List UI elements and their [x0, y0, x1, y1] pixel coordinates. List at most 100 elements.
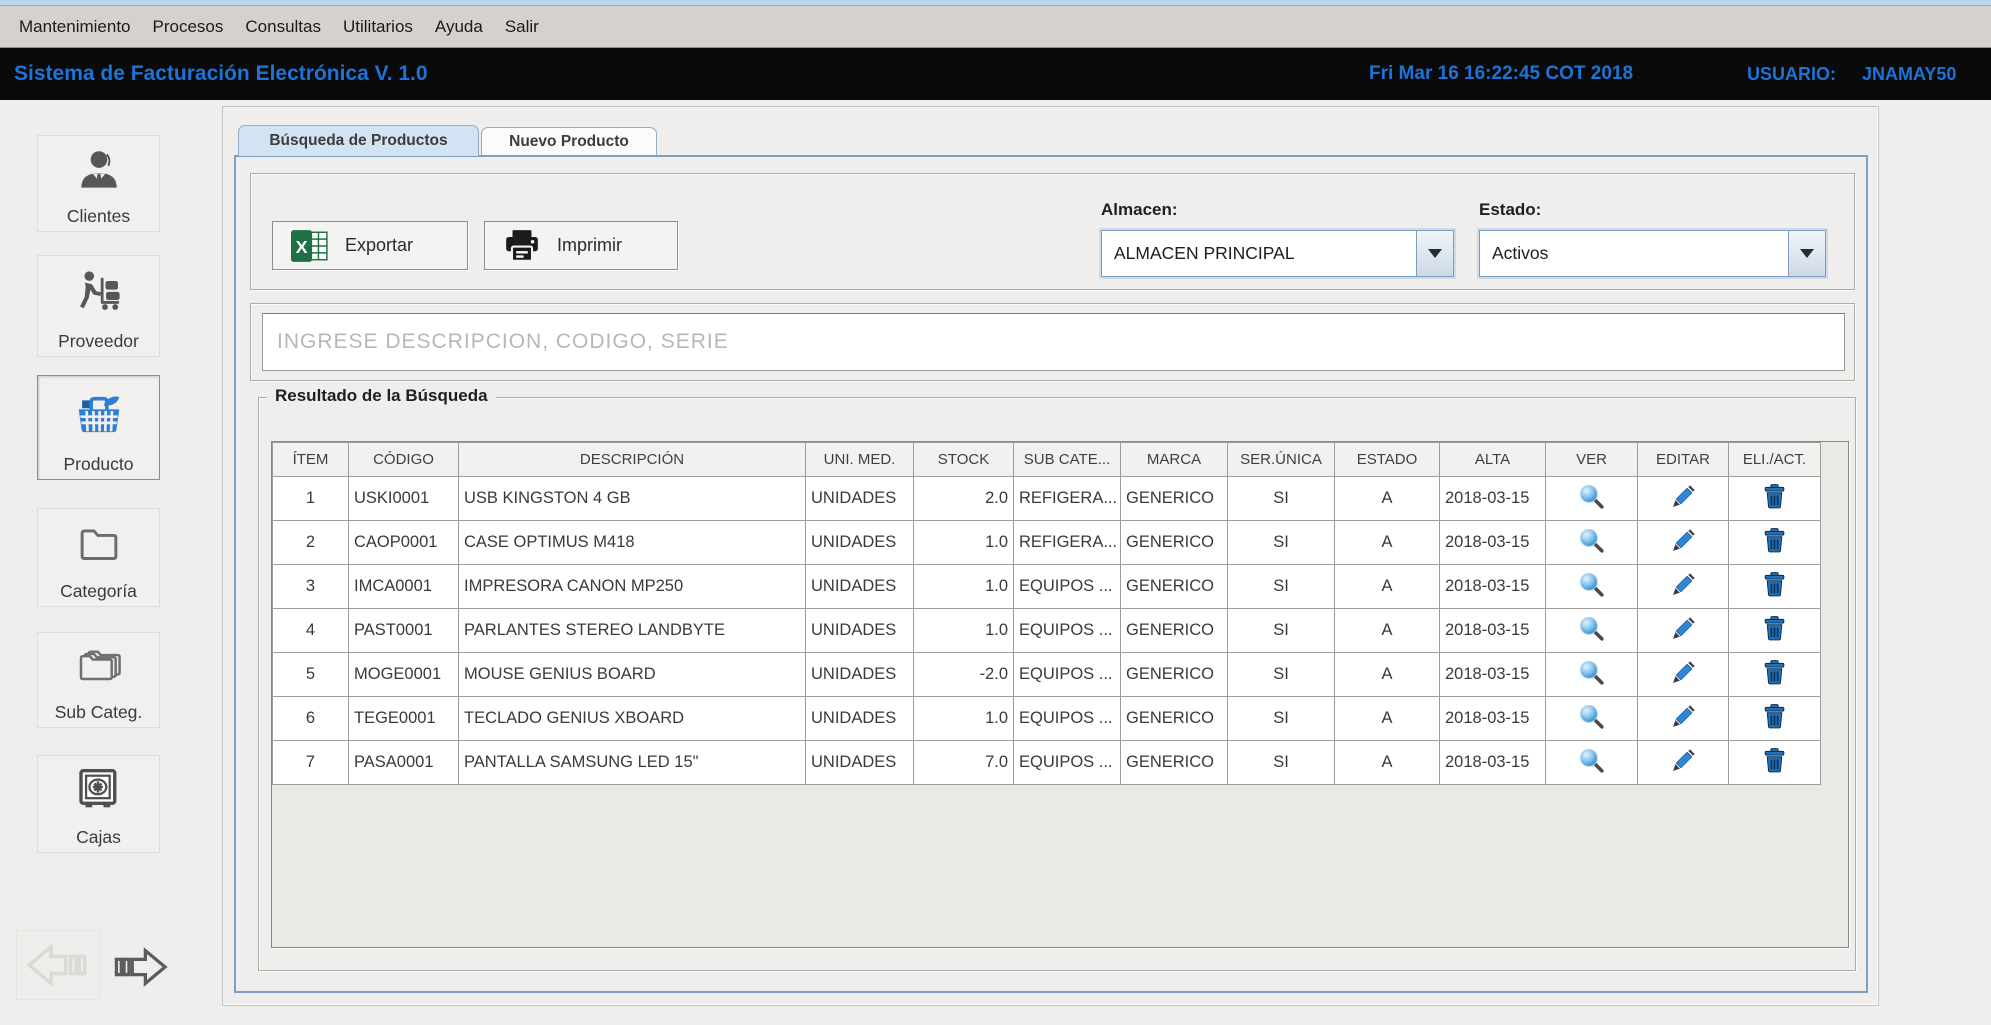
cell-ver — [1546, 565, 1638, 609]
cell-descripcion: PANTALLA SAMSUNG LED 15" — [459, 741, 806, 785]
cell-estado: A — [1335, 565, 1440, 609]
magnifier-icon[interactable] — [1578, 483, 1605, 510]
trash-icon[interactable] — [1761, 483, 1788, 510]
tab-content-panel: X Exportar Imprimir Almacen: — [234, 155, 1868, 993]
cell-stock: 1.0 — [914, 609, 1014, 653]
menu-item-consultas[interactable]: Consultas — [234, 6, 332, 47]
estado-combobox[interactable]: Activos — [1479, 230, 1826, 277]
folder-icon — [72, 509, 126, 581]
column-header-ver[interactable]: VER — [1546, 443, 1638, 477]
export-button[interactable]: X Exportar — [272, 221, 468, 270]
results-group-title: Resultado de la Búsqueda — [267, 386, 496, 406]
column-header-sub_cat[interactable]: SUB CATE... — [1014, 443, 1121, 477]
column-header-estado[interactable]: ESTADO — [1335, 443, 1440, 477]
column-header-stock[interactable]: STOCK — [914, 443, 1014, 477]
sidebar-item-clientes[interactable]: Clientes — [37, 135, 160, 232]
column-header-alta[interactable]: ALTA — [1440, 443, 1546, 477]
pencil-icon[interactable] — [1670, 703, 1697, 730]
cell-codigo: IMCA0001 — [349, 565, 459, 609]
cell-sub_cat: EQUIPOS ... — [1014, 565, 1121, 609]
results-scrollpane[interactable]: ÍTEMCÓDIGODESCRIPCIÓNUNI. MED.STOCKSUB C… — [271, 441, 1849, 948]
magnifier-icon[interactable] — [1578, 703, 1605, 730]
column-header-marca[interactable]: MARCA — [1121, 443, 1228, 477]
cell-ser_unica: SI — [1228, 521, 1335, 565]
cell-sub_cat: EQUIPOS ... — [1014, 741, 1121, 785]
trash-icon[interactable] — [1761, 659, 1788, 686]
cell-item: 3 — [273, 565, 349, 609]
table-row[interactable]: 2CAOP0001CASE OPTIMUS M418UNIDADES1.0REF… — [273, 521, 1821, 565]
cell-sub_cat: EQUIPOS ... — [1014, 653, 1121, 697]
column-header-eli[interactable]: ELI./ACT. — [1729, 443, 1821, 477]
cell-stock: 1.0 — [914, 697, 1014, 741]
magnifier-icon[interactable] — [1578, 747, 1605, 774]
svg-text:X: X — [296, 236, 308, 256]
menu-item-utilitarios[interactable]: Utilitarios — [332, 6, 424, 47]
sidebar-item-producto[interactable]: Producto — [37, 375, 160, 480]
cell-uni_med: UNIDADES — [806, 741, 914, 785]
column-header-editar[interactable]: EDITAR — [1638, 443, 1729, 477]
trash-icon[interactable] — [1761, 615, 1788, 642]
column-header-codigo[interactable]: CÓDIGO — [349, 443, 459, 477]
sidebar-item-label: Sub Categ. — [55, 702, 143, 723]
pencil-icon[interactable] — [1670, 659, 1697, 686]
cell-ver — [1546, 521, 1638, 565]
table-row[interactable]: 4PAST0001PARLANTES STEREO LANDBYTEUNIDAD… — [273, 609, 1821, 653]
nav-back-button[interactable] — [16, 930, 100, 1000]
sidebar-item-categoria[interactable]: Categoría — [37, 508, 160, 607]
table-row[interactable]: 6TEGE0001TECLADO GENIUS XBOARDUNIDADES1.… — [273, 697, 1821, 741]
cell-uni_med: UNIDADES — [806, 609, 914, 653]
table-row[interactable]: 1USKI0001USB KINGSTON 4 GBUNIDADES2.0REF… — [273, 477, 1821, 521]
cell-marca: GENERICO — [1121, 741, 1228, 785]
magnifier-icon[interactable] — [1578, 659, 1605, 686]
almacen-label: Almacen: — [1101, 200, 1178, 220]
cell-ser_unica: SI — [1228, 653, 1335, 697]
trash-icon[interactable] — [1761, 747, 1788, 774]
menu-item-mantenimiento[interactable]: Mantenimiento — [8, 6, 142, 47]
search-input[interactable] — [262, 313, 1845, 371]
pencil-icon[interactable] — [1670, 527, 1697, 554]
datetime-text: Fri Mar 16 16:22:45 COT 2018 — [1369, 48, 1633, 100]
column-header-ser_unica[interactable]: SER.ÚNICA — [1228, 443, 1335, 477]
menu-item-procesos[interactable]: Procesos — [142, 6, 235, 47]
cell-ser_unica: SI — [1228, 477, 1335, 521]
cell-eli — [1729, 521, 1821, 565]
pencil-icon[interactable] — [1670, 615, 1697, 642]
cell-descripcion: USB KINGSTON 4 GB — [459, 477, 806, 521]
trash-icon[interactable] — [1761, 703, 1788, 730]
cell-alta: 2018-03-15 — [1440, 741, 1546, 785]
nav-forward-button[interactable] — [106, 936, 180, 998]
table-row[interactable]: 7PASA0001PANTALLA SAMSUNG LED 15"UNIDADE… — [273, 741, 1821, 785]
sidebar-item-cajas[interactable]: Cajas — [37, 755, 160, 853]
magnifier-icon[interactable] — [1578, 615, 1605, 642]
menu-bar: Mantenimiento Procesos Consultas Utilita… — [0, 6, 1991, 48]
tab-nuevo-producto[interactable]: Nuevo Producto — [481, 127, 657, 156]
table-row[interactable]: 5MOGE0001MOUSE GENIUS BOARDUNIDADES-2.0E… — [273, 653, 1821, 697]
sidebar-item-proveedor[interactable]: Proveedor — [37, 255, 160, 357]
column-header-uni_med[interactable]: UNI. MED. — [806, 443, 914, 477]
column-header-item[interactable]: ÍTEM — [273, 443, 349, 477]
print-button[interactable]: Imprimir — [484, 221, 678, 270]
cell-ser_unica: SI — [1228, 609, 1335, 653]
pencil-icon[interactable] — [1670, 571, 1697, 598]
pencil-icon[interactable] — [1670, 747, 1697, 774]
trash-icon[interactable] — [1761, 527, 1788, 554]
menu-item-salir[interactable]: Salir — [494, 6, 550, 47]
chevron-down-icon[interactable] — [1788, 231, 1825, 276]
menu-item-ayuda[interactable]: Ayuda — [424, 6, 494, 47]
search-panel — [250, 303, 1855, 381]
chevron-down-icon[interactable] — [1416, 231, 1453, 276]
cell-uni_med: UNIDADES — [806, 521, 914, 565]
pencil-icon[interactable] — [1670, 483, 1697, 510]
sidebar-item-subcategoria[interactable]: Sub Categ. — [37, 632, 160, 728]
column-header-descripcion[interactable]: DESCRIPCIÓN — [459, 443, 806, 477]
table-row[interactable]: 3IMCA0001IMPRESORA CANON MP250UNIDADES1.… — [273, 565, 1821, 609]
almacen-combobox[interactable]: ALMACEN PRINCIPAL — [1101, 230, 1454, 277]
magnifier-icon[interactable] — [1578, 571, 1605, 598]
magnifier-icon[interactable] — [1578, 527, 1605, 554]
tab-busqueda-de-productos[interactable]: Búsqueda de Productos — [238, 125, 479, 156]
cell-stock: 7.0 — [914, 741, 1014, 785]
supplier-cart-icon — [73, 256, 125, 331]
cell-eli — [1729, 609, 1821, 653]
trash-icon[interactable] — [1761, 571, 1788, 598]
estado-label: Estado: — [1479, 200, 1541, 220]
